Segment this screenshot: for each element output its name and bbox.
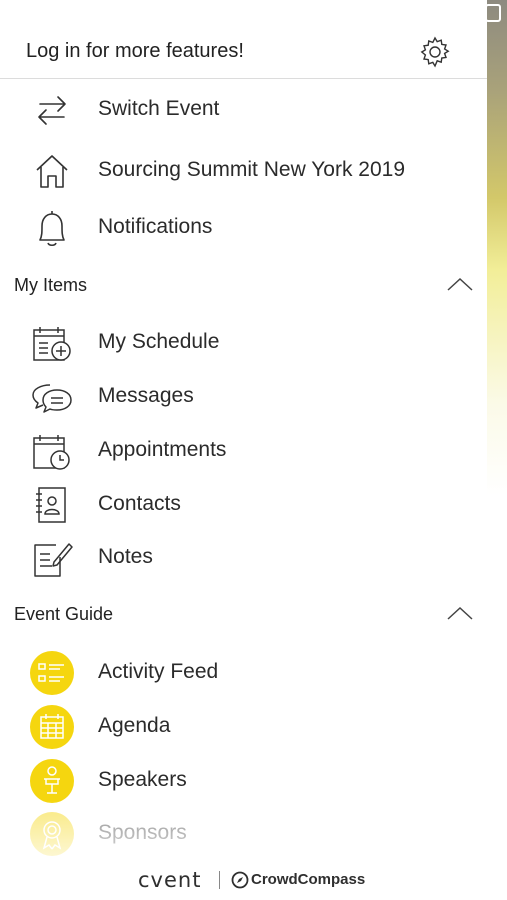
activity-feed-item[interactable]: Activity Feed xyxy=(0,648,487,698)
agenda-grid-icon xyxy=(40,714,64,739)
bell-icon xyxy=(39,211,65,247)
switch-arrows-icon xyxy=(38,96,66,125)
footer-divider xyxy=(219,871,220,889)
current-event-item[interactable]: Sourcing Summit New York 2019 xyxy=(0,146,487,196)
notifications-item[interactable]: Notifications xyxy=(0,203,487,253)
chevron-up-icon[interactable] xyxy=(446,604,474,622)
my-items-section-header[interactable]: My Items xyxy=(0,269,487,303)
messages-item[interactable]: Messages xyxy=(0,372,487,422)
gear-icon[interactable] xyxy=(418,35,452,69)
activity-feed-label: Activity Feed xyxy=(98,660,219,683)
activity-list-icon xyxy=(38,663,64,682)
appointments-label: Appointments xyxy=(98,438,227,461)
background-screen-peek[interactable] xyxy=(485,0,507,900)
notifications-label: Notifications xyxy=(98,215,213,238)
sponsors-item[interactable]: Sponsors xyxy=(0,809,487,859)
background-tab-icon xyxy=(485,4,501,22)
contacts-item[interactable]: Contacts xyxy=(0,480,487,530)
footer-branding: cvent CrowdCompass xyxy=(0,866,487,894)
contacts-label: Contacts xyxy=(98,492,181,515)
contact-book-icon xyxy=(36,487,66,523)
current-event-label: Sourcing Summit New York 2019 xyxy=(98,158,405,181)
my-items-title: My Items xyxy=(14,275,88,295)
cvent-logo: cvent xyxy=(138,868,202,892)
calendar-add-icon xyxy=(33,327,71,361)
my-schedule-label: My Schedule xyxy=(98,330,220,353)
crowdcompass-text: CrowdCompass xyxy=(251,871,366,888)
agenda-item[interactable]: Agenda xyxy=(0,702,487,752)
chat-bubbles-icon xyxy=(32,384,72,413)
messages-label: Messages xyxy=(98,384,194,407)
calendar-clock-icon xyxy=(33,435,70,470)
home-icon xyxy=(36,155,68,188)
speaker-icon xyxy=(44,766,60,794)
event-guide-title: Event Guide xyxy=(14,604,114,624)
event-guide-section-header[interactable]: Event Guide xyxy=(0,598,487,632)
navigation-drawer: Log in for more features! Switch Event S… xyxy=(0,0,487,900)
chevron-up-icon[interactable] xyxy=(446,275,474,293)
sponsors-label: Sponsors xyxy=(98,821,187,844)
notes-label: Notes xyxy=(98,545,153,568)
sponsor-ribbon-icon xyxy=(42,821,62,850)
my-schedule-item[interactable]: My Schedule xyxy=(0,318,487,368)
agenda-label: Agenda xyxy=(98,714,171,737)
note-edit-icon xyxy=(34,543,73,577)
switch-event-label: Switch Event xyxy=(98,97,220,120)
crowdcompass-logo-icon xyxy=(231,871,249,889)
drawer-header: Log in for more features! xyxy=(0,26,487,79)
speakers-label: Speakers xyxy=(98,768,187,791)
appointments-item[interactable]: Appointments xyxy=(0,426,487,476)
switch-event-item[interactable]: Switch Event xyxy=(0,85,487,135)
login-prompt[interactable]: Log in for more features! xyxy=(26,40,244,63)
speakers-item[interactable]: Speakers xyxy=(0,756,487,806)
notes-item[interactable]: Notes xyxy=(0,533,487,583)
